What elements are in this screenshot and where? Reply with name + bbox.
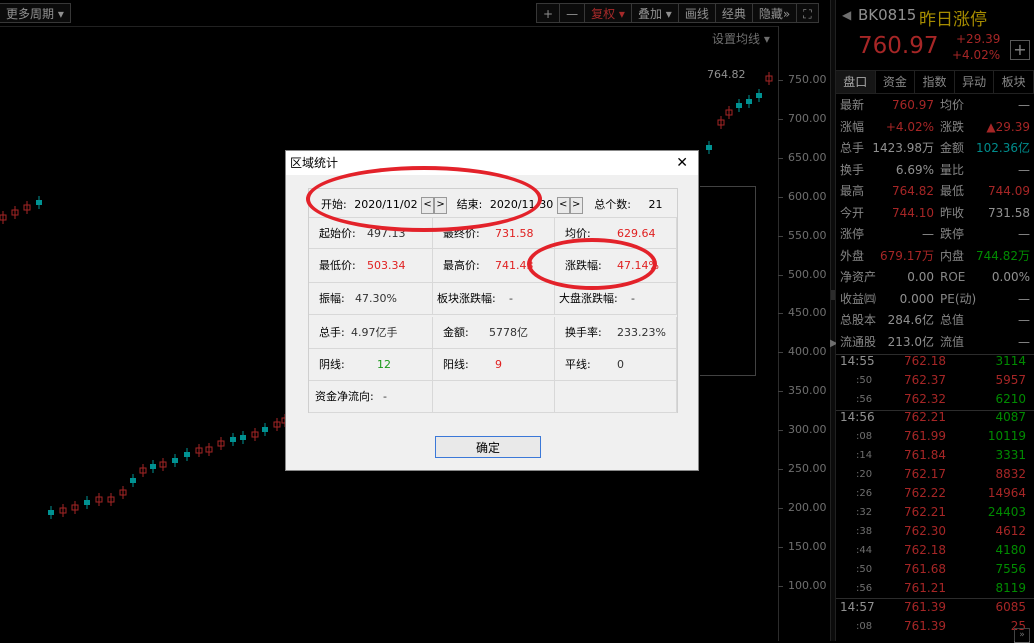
up-candles-cell: 阳线: 9	[433, 349, 555, 381]
end-price-label: 最终价:	[443, 227, 480, 240]
up-candles-label: 阳线:	[443, 358, 469, 371]
chevron-left-icon: <	[423, 198, 432, 210]
amplitude-value: 47.30%	[355, 292, 397, 305]
close-icon[interactable]: ✕	[676, 151, 688, 175]
down-candles-label: 阴线:	[319, 358, 345, 371]
start-price-value: 497.13	[367, 227, 406, 240]
change-pct-cell: 涨跌幅: 47.14%	[555, 249, 677, 283]
empty-cell	[433, 381, 555, 413]
range-stats-dialog: 区域统计 ✕ 开始: 2020/11/02 < > 结束: 2020/11/30 …	[285, 150, 699, 471]
start-label: 开始:	[321, 198, 347, 211]
flat-candles-cell: 平线: 0	[555, 349, 677, 381]
market-change-label: 大盘涨跌幅:	[559, 292, 618, 305]
chevron-left-icon: <	[559, 198, 568, 210]
amplitude-label: 振幅:	[319, 292, 345, 305]
end-prev-button[interactable]: <	[556, 196, 570, 214]
avg-price-cell: 均价: 629.64	[555, 217, 677, 249]
turnover-label: 换手率:	[565, 326, 602, 339]
change-pct-value: 47.14%	[617, 259, 659, 272]
net-flow-cell: 资金净流向: -	[309, 381, 433, 413]
start-price-cell: 起始价: 497.13	[309, 217, 433, 249]
end-price-cell: 最终价: 731.58	[433, 217, 555, 249]
up-candles-value: 9	[495, 358, 502, 371]
end-next-button[interactable]: >	[569, 196, 583, 214]
sector-change-value: -	[509, 292, 513, 305]
high-price-value: 741.43	[495, 259, 534, 272]
net-flow-label: 资金净流向:	[315, 390, 374, 403]
volume-label: 总手:	[319, 326, 345, 339]
turnover-cell: 换手率: 233.23%	[555, 317, 677, 349]
sector-change-cell: 板块涨跌幅: -	[433, 283, 555, 315]
market-change-value: -	[631, 292, 635, 305]
down-candles-value: 12	[377, 358, 391, 371]
amount-value: 5778亿	[489, 326, 528, 339]
stats-grid: 开始: 2020/11/02 < > 结束: 2020/11/30 < > 总个数:…	[308, 188, 678, 413]
avg-price-value: 629.64	[617, 227, 656, 240]
end-price-value: 731.58	[495, 227, 534, 240]
market-change-cell: 大盘涨跌幅: -	[555, 283, 677, 315]
change-pct-label: 涨跌幅:	[565, 259, 602, 272]
amount-cell: 金额: 5778亿	[433, 317, 555, 349]
total-count-label: 总个数:	[594, 198, 631, 211]
ok-button[interactable]: 确定	[435, 436, 541, 458]
volume-cell: 总手: 4.97亿手	[309, 317, 433, 349]
chevron-right-icon: >	[436, 198, 445, 210]
sector-change-label: 板块涨跌幅:	[437, 292, 496, 305]
total-count-value: 21	[648, 198, 663, 211]
start-date-field[interactable]: 2020/11/02	[354, 198, 417, 211]
high-price-cell: 最高价: 741.43	[433, 249, 555, 283]
amount-label: 金额:	[443, 326, 469, 339]
flat-candles-value: 0	[617, 358, 624, 371]
avg-price-label: 均价:	[565, 227, 591, 240]
start-price-label: 起始价:	[319, 227, 356, 240]
turnover-value: 233.23%	[617, 326, 666, 339]
down-candles-cell: 阴线: 12	[309, 349, 433, 381]
end-label: 结束:	[456, 198, 483, 211]
high-price-label: 最高价:	[443, 259, 480, 272]
low-price-cell: 最低价: 503.34	[309, 249, 433, 283]
net-flow-value: -	[383, 390, 387, 403]
low-price-label: 最低价:	[319, 259, 356, 272]
flat-candles-label: 平线:	[565, 358, 591, 371]
chevron-right-icon: >	[572, 198, 581, 210]
volume-value: 4.97亿手	[351, 326, 398, 339]
dialog-titlebar: 区域统计 ✕	[286, 151, 698, 175]
end-date-field[interactable]: 2020/11/30	[490, 198, 553, 211]
start-next-button[interactable]: >	[434, 196, 448, 214]
empty-cell	[555, 381, 677, 413]
low-price-value: 503.34	[367, 259, 406, 272]
start-prev-button[interactable]: <	[421, 196, 435, 214]
amplitude-cell: 振幅: 47.30%	[309, 283, 433, 315]
dialog-title: 区域统计	[290, 156, 339, 170]
date-range-row: 开始: 2020/11/02 < > 结束: 2020/11/30 < > 总个数:…	[321, 195, 662, 215]
